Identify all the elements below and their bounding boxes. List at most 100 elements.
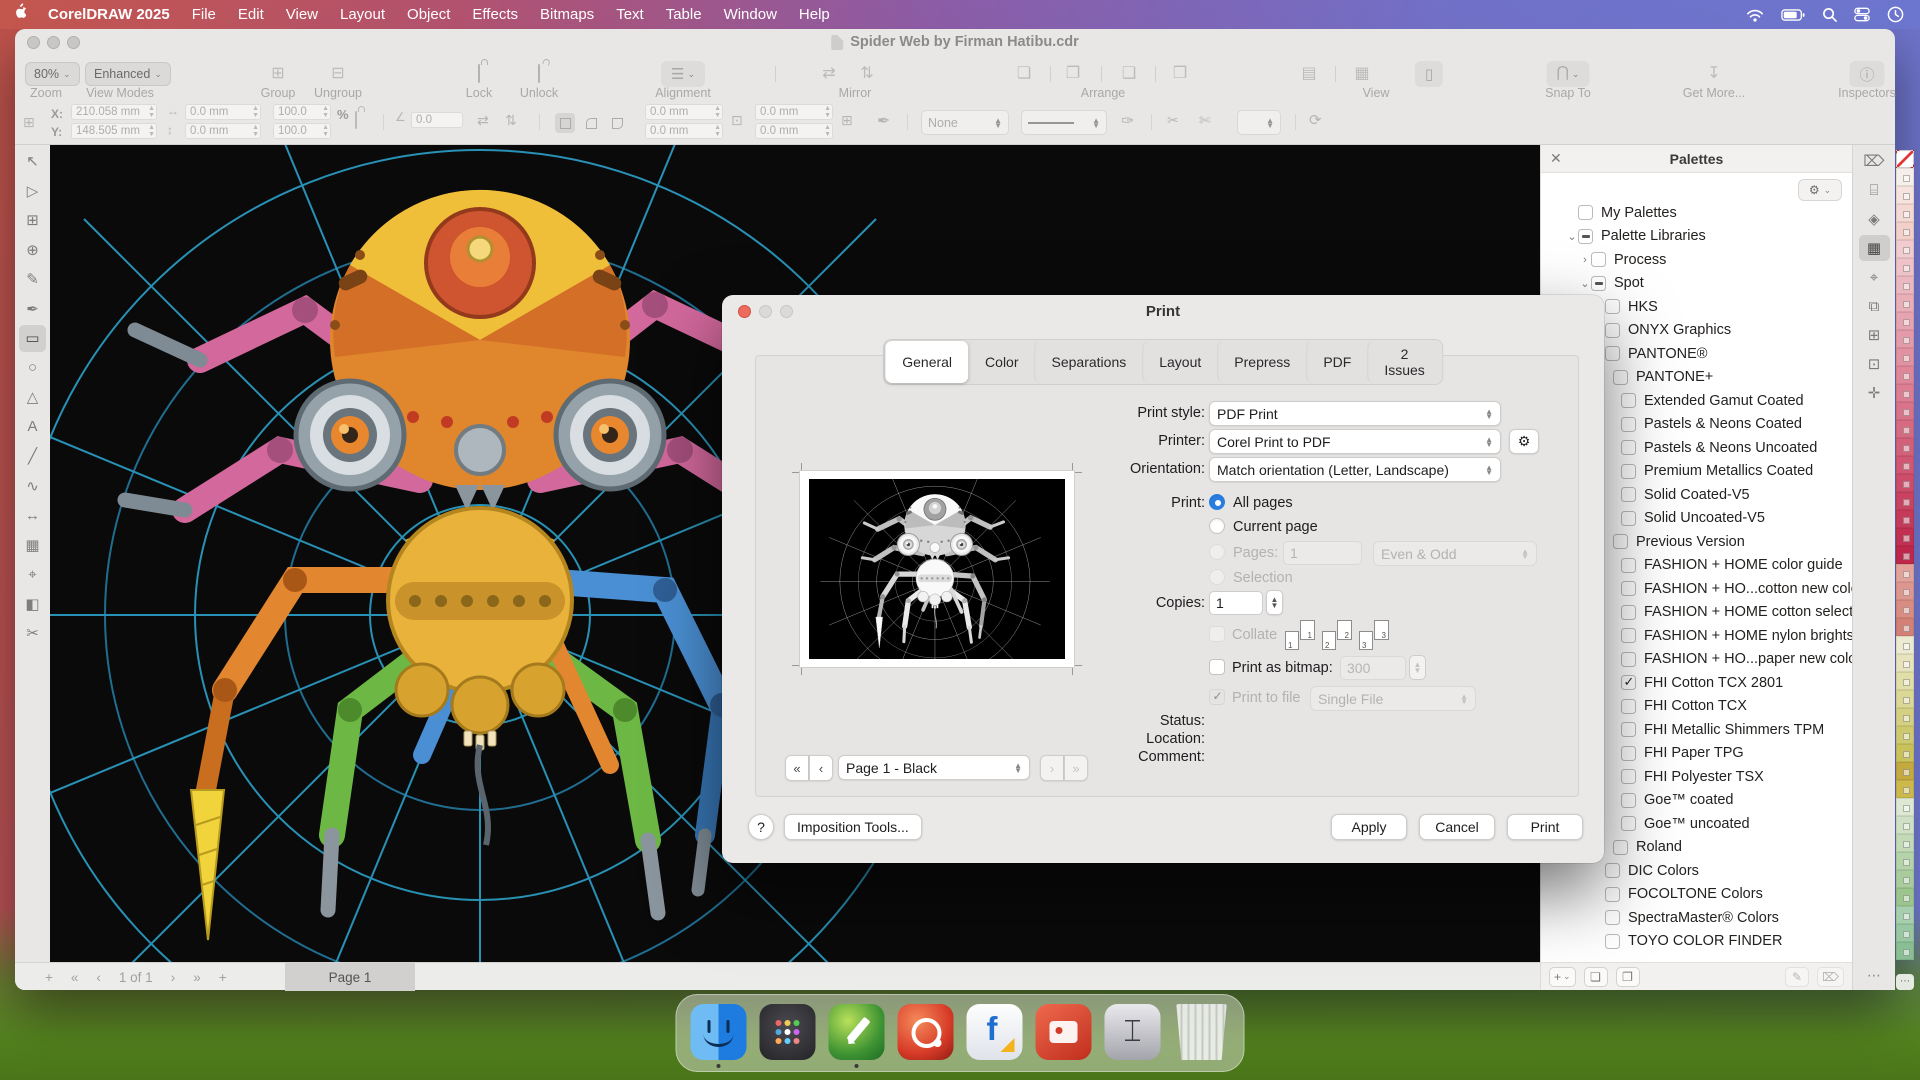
cancel-button[interactable]: Cancel — [1419, 814, 1495, 840]
alignment-dropdown[interactable]: ☰⌄ — [661, 61, 705, 87]
palette-checkbox[interactable] — [1613, 370, 1628, 385]
flip-vertical-icon[interactable]: ⇅ — [505, 112, 517, 129]
color-swatch[interactable] — [1896, 420, 1914, 438]
palette-checkbox[interactable] — [1621, 628, 1636, 643]
palette-checkbox[interactable] — [1621, 769, 1636, 784]
close-window-button[interactable] — [27, 36, 40, 49]
relative-corner-icon[interactable]: ⊞ — [841, 112, 853, 129]
dimension-tool[interactable]: ↔ — [19, 502, 46, 529]
palette-checkbox[interactable] — [1578, 205, 1593, 220]
palette-checkbox[interactable] — [1621, 393, 1636, 408]
color-swatch[interactable] — [1896, 528, 1914, 546]
dock-utility-app-icon[interactable]: ⌶ — [1105, 1004, 1161, 1060]
palette-options-button[interactable]: ⚙⌄ — [1798, 179, 1842, 201]
print-tab[interactable]: Separations — [1035, 341, 1143, 383]
color-swatch[interactable] — [1896, 492, 1914, 510]
new-palette-button[interactable]: +⌄ — [1549, 967, 1576, 987]
object-height-field[interactable]: 0.0 mm▲▼ — [185, 123, 261, 139]
apple-menu[interactable] — [0, 0, 37, 29]
color-swatch[interactable] — [1896, 276, 1914, 294]
imposition-tools-button[interactable]: Imposition Tools... — [784, 814, 922, 840]
pick-tool[interactable]: ↖ — [19, 148, 46, 175]
lock-ratio-icon[interactable] — [355, 112, 357, 128]
battery-icon[interactable] — [1781, 9, 1805, 21]
print-tab[interactable]: PDF — [1306, 341, 1367, 383]
object-width-field[interactable]: 0.0 mm▲▼ — [185, 104, 261, 120]
palette-checkbox[interactable] — [1613, 534, 1628, 549]
color-swatch[interactable] — [1896, 726, 1914, 744]
palette-checkbox[interactable] — [1621, 816, 1636, 831]
color-swatch[interactable] — [1896, 330, 1914, 348]
print-tab[interactable]: Prepress — [1217, 341, 1306, 383]
palette-checkbox[interactable] — [1605, 323, 1620, 338]
scale-x-field[interactable]: 100.0▲▼ — [273, 104, 331, 120]
color-swatch[interactable] — [1896, 384, 1914, 402]
transform-inspector-icon[interactable]: ✛ — [1859, 380, 1890, 406]
menu-object[interactable]: Object — [396, 0, 461, 29]
shape-tool[interactable]: ▷ — [19, 177, 46, 204]
expander-icon[interactable]: ⌄ — [1579, 277, 1591, 290]
palette-checkbox[interactable] — [1621, 511, 1636, 526]
palette-checkbox[interactable] — [1621, 793, 1636, 808]
text-tool[interactable]: A — [19, 413, 46, 440]
color-swatch[interactable] — [1896, 348, 1914, 366]
app-menu[interactable]: CorelDRAW 2025 — [37, 0, 181, 29]
color-swatch[interactable] — [1896, 168, 1914, 186]
color-swatch[interactable] — [1896, 438, 1914, 456]
rotation-angle-field[interactable]: 0.0 — [411, 112, 463, 128]
palette-checkbox[interactable] — [1591, 252, 1606, 267]
artistic-media-tool[interactable]: ✒ — [19, 295, 46, 322]
palette-checkbox[interactable] — [1621, 440, 1636, 455]
palette-checkbox[interactable] — [1621, 605, 1636, 620]
color-swatch[interactable] — [1896, 942, 1914, 960]
menu-window[interactable]: Window — [713, 0, 788, 29]
objects-inspector-icon[interactable]: ⊡ — [1859, 351, 1890, 377]
orientation-select[interactable]: Match orientation (Letter, Landscape)▲▼ — [1209, 457, 1501, 482]
first-page-button[interactable]: « — [71, 970, 79, 985]
palette-tree-row[interactable]: ⌄ Palette Libraries — [1541, 225, 1852, 249]
wrap-style-dropdown[interactable]: ▲▼ — [1237, 110, 1281, 135]
palette-checkbox[interactable] — [1621, 417, 1636, 432]
color-swatch[interactable] — [1896, 690, 1914, 708]
expander-icon[interactable]: › — [1579, 254, 1591, 266]
eyedropper-tool[interactable]: ⌖ — [19, 561, 46, 588]
x-position-field[interactable]: 210.058 mm▲▼ — [71, 104, 157, 120]
current-page-radio[interactable] — [1209, 518, 1225, 534]
corner-radius-4-field[interactable]: 0.0 mm▲▼ — [755, 123, 833, 139]
outline-width-dropdown[interactable]: None▲▼ — [921, 110, 1009, 135]
printer-settings-button[interactable]: ⚙ — [1509, 429, 1539, 454]
menu-view[interactable]: View — [275, 0, 329, 29]
color-swatch[interactable] — [1896, 240, 1914, 258]
palette-checkbox[interactable] — [1621, 699, 1636, 714]
color-swatch[interactable] — [1896, 870, 1914, 888]
palette-checkbox[interactable] — [1621, 652, 1636, 667]
print-button[interactable]: Print — [1507, 814, 1583, 840]
dock-coreldraw-icon[interactable] — [829, 1004, 885, 1060]
palette-checkbox[interactable] — [1578, 229, 1593, 244]
freehand-tool[interactable]: ✎ — [19, 266, 46, 293]
palette-tree-row[interactable]: FOCOLTONE Colors — [1541, 883, 1852, 907]
text-wrap-icon[interactable]: ✒ — [877, 111, 890, 131]
apply-button[interactable]: Apply — [1331, 814, 1407, 840]
dock-finder-icon[interactable] — [691, 1004, 747, 1060]
menu-file[interactable]: File — [181, 0, 227, 29]
color-swatch[interactable] — [1896, 834, 1914, 852]
palette-tree-row[interactable]: SpectraMaster® Colors — [1541, 906, 1852, 930]
help-button[interactable]: ? — [748, 814, 774, 840]
palette-checkbox[interactable] — [1621, 464, 1636, 479]
color-swatch[interactable] — [1896, 294, 1914, 312]
color-swatch[interactable] — [1896, 708, 1914, 726]
square-corner-button[interactable] — [555, 113, 575, 133]
palette-checkbox[interactable] — [1621, 558, 1636, 573]
palette-checkbox[interactable] — [1621, 746, 1636, 761]
color-swatch[interactable] — [1896, 906, 1914, 924]
search-icon[interactable] — [1822, 7, 1837, 22]
copies-stepper[interactable]: ▲▼ — [1266, 590, 1283, 615]
palette-checkbox[interactable] — [1621, 722, 1636, 737]
printer-select[interactable]: Corel Print to PDF▲▼ — [1209, 429, 1501, 454]
flip-horizontal-icon[interactable]: ⇄ — [477, 112, 489, 129]
scale-y-field[interactable]: 100.0▲▼ — [273, 123, 331, 139]
color-swatch[interactable] — [1896, 546, 1914, 564]
line-tool[interactable]: ╱ — [19, 443, 46, 470]
inspectors-button[interactable]: ⓘ — [1849, 61, 1884, 87]
